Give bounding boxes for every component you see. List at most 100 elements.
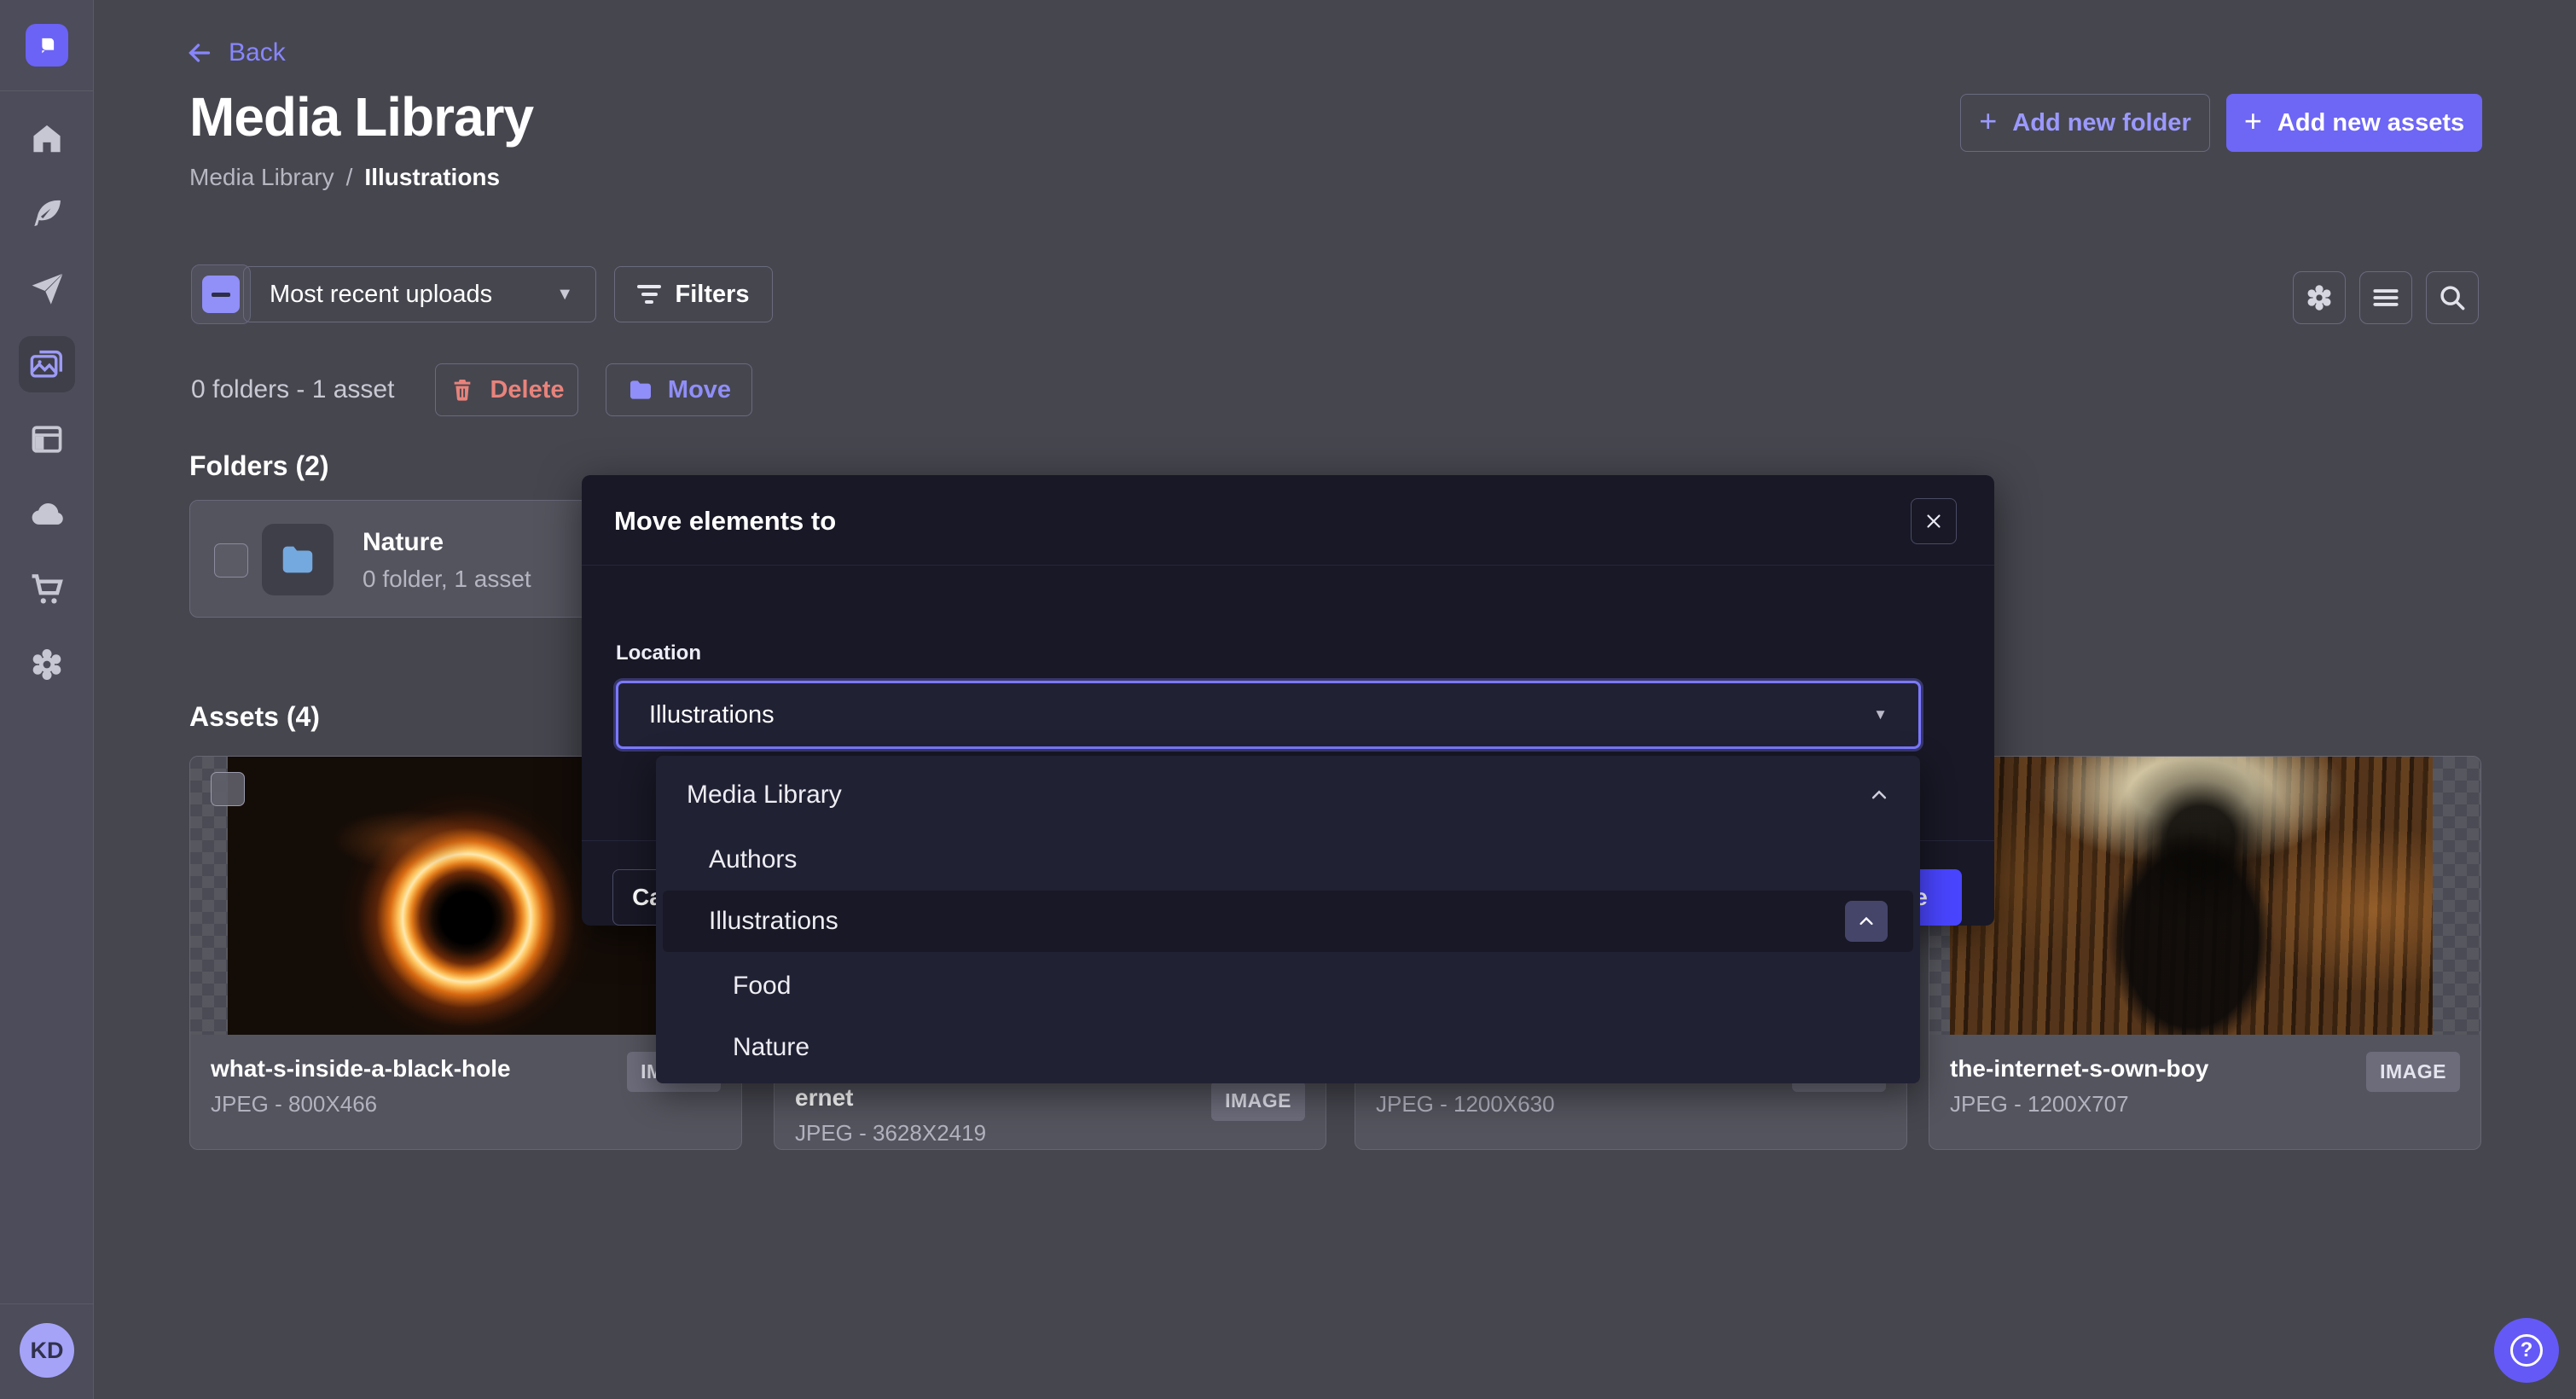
library-image [1950, 757, 2433, 1035]
dropdown-item-nature[interactable]: Nature [663, 1017, 1913, 1078]
filters-label: Filters [675, 281, 749, 309]
trash-icon [449, 376, 476, 403]
breadcrumb-current: Illustrations [364, 164, 500, 190]
arrow-left-icon [184, 38, 215, 68]
search-button[interactable] [2426, 271, 2479, 324]
strapi-logo-icon[interactable] [26, 24, 68, 67]
back-label: Back [229, 38, 286, 67]
collapse-children-button[interactable] [1845, 901, 1888, 942]
add-assets-label: Add new assets [2277, 109, 2464, 137]
chevron-up-icon[interactable] [1862, 778, 1896, 812]
chevron-down-icon: ▼ [556, 285, 573, 305]
cloud-icon [28, 496, 66, 533]
location-label: Location [616, 641, 701, 665]
gear-icon [2303, 282, 2335, 314]
move-button[interactable]: Move [606, 363, 752, 416]
plus-icon: + [2244, 106, 2262, 136]
sidebar-item-home[interactable] [0, 112, 94, 166]
asset-title: the-internet-s-own-boy [1950, 1055, 2208, 1083]
dropdown-item-label: Food [733, 972, 1913, 1001]
sidebar-item-transfer[interactable] [0, 262, 94, 316]
send-icon [28, 270, 66, 308]
breadcrumb-separator: / [346, 164, 353, 190]
select-all-checkbox[interactable] [191, 264, 251, 324]
asset-thumbnail [1929, 757, 2480, 1035]
sidebar-item-media-library[interactable] [19, 336, 75, 392]
list-view-button[interactable] [2359, 271, 2412, 324]
search-icon [2436, 282, 2469, 314]
location-select[interactable]: Illustrations ▼ [616, 681, 1921, 749]
dropdown-item-label: Nature [733, 1033, 1913, 1062]
location-dropdown: Media Library Authors Illustrations Food… [656, 756, 1920, 1083]
folder-name: Nature [363, 528, 444, 557]
question-mark-icon: ? [2510, 1334, 2543, 1367]
sidebar-divider [0, 90, 94, 91]
page-title: Media Library [189, 85, 533, 148]
checkbox-indeterminate-icon [202, 276, 240, 313]
add-new-folder-button[interactable]: + Add new folder [1960, 94, 2210, 152]
dropdown-item-authors[interactable]: Authors [663, 829, 1913, 891]
asset-checkbox[interactable] [211, 772, 245, 806]
help-button[interactable]: ? [2494, 1318, 2559, 1383]
asset-type-badge: IMAGE [1211, 1081, 1305, 1121]
home-icon [28, 120, 66, 158]
dropdown-item-food[interactable]: Food [663, 955, 1913, 1017]
folder-checkbox[interactable] [214, 543, 248, 578]
plus-icon: + [1979, 106, 1997, 136]
avatar[interactable]: KD [20, 1323, 74, 1378]
close-button[interactable] [1911, 498, 1957, 544]
modal-header: Move elements to [582, 475, 1994, 566]
media-library-icon [27, 345, 67, 384]
feather-icon [28, 195, 66, 233]
filters-button[interactable]: Filters [614, 266, 773, 322]
layout-icon [28, 421, 66, 458]
asset-meta: JPEG - 1200X707 [1950, 1091, 2129, 1117]
sort-value: Most recent uploads [270, 281, 556, 309]
modal-title: Move elements to [614, 506, 836, 537]
asset-meta: JPEG - 800X466 [211, 1091, 377, 1117]
breadcrumb: Media Library / Illustrations [189, 164, 500, 191]
sidebar-divider [0, 1303, 94, 1304]
asset-meta: JPEG - 1200X630 [1376, 1091, 1555, 1117]
sidebar-item-content-manager[interactable] [0, 412, 94, 467]
sidebar-item-marketplace[interactable] [0, 562, 94, 617]
cart-icon [28, 571, 66, 608]
selection-summary: 0 folders - 1 asset [191, 375, 394, 404]
filter-icon [637, 285, 661, 304]
asset-card[interactable]: the-internet-s-own-boy JPEG - 1200X707 I… [1929, 756, 2481, 1150]
dropdown-item-label: Illustrations [709, 907, 1845, 936]
dropdown-item-illustrations[interactable]: Illustrations [663, 891, 1913, 952]
folders-heading: Folders (2) [189, 450, 329, 482]
gear-icon [28, 646, 66, 683]
add-folder-label: Add new folder [2012, 109, 2190, 137]
delete-button[interactable]: Delete [435, 363, 578, 416]
sidebar-item-deploy[interactable] [0, 487, 94, 542]
delete-label: Delete [490, 376, 564, 404]
folder-meta: 0 folder, 1 asset [363, 566, 531, 593]
folder-icon [627, 376, 654, 403]
sidebar-item-settings[interactable] [0, 637, 94, 692]
sidebar-item-content-type-builder[interactable] [0, 187, 94, 241]
chevron-down-icon: ▼ [1873, 706, 1888, 723]
back-link[interactable]: Back [184, 38, 286, 68]
assets-heading: Assets (4) [189, 701, 320, 733]
sort-select[interactable]: Most recent uploads ▼ [243, 266, 596, 322]
close-icon [1923, 510, 1945, 532]
asset-type-badge: IMAGE [2366, 1052, 2460, 1092]
asset-title: ernet [795, 1084, 853, 1112]
asset-title: what-s-inside-a-black-hole [211, 1055, 511, 1083]
folder-thumb [262, 524, 334, 595]
dropdown-item-media-library[interactable]: Media Library [663, 764, 1913, 826]
sidebar: KD [0, 0, 94, 1399]
settings-button[interactable] [2293, 271, 2346, 324]
dropdown-item-label: Authors [709, 845, 1913, 874]
list-icon [2370, 282, 2402, 314]
chevron-up-icon [1854, 909, 1878, 933]
dropdown-item-label: Media Library [687, 781, 1862, 810]
add-new-assets-button[interactable]: + Add new assets [2226, 94, 2482, 152]
location-value: Illustrations [649, 701, 1873, 729]
breadcrumb-parent[interactable]: Media Library [189, 164, 334, 190]
media-library-page: KD Back Media Library Media Library / Illu… [0, 0, 2576, 1399]
move-label: Move [668, 376, 731, 404]
folder-icon [278, 540, 317, 579]
